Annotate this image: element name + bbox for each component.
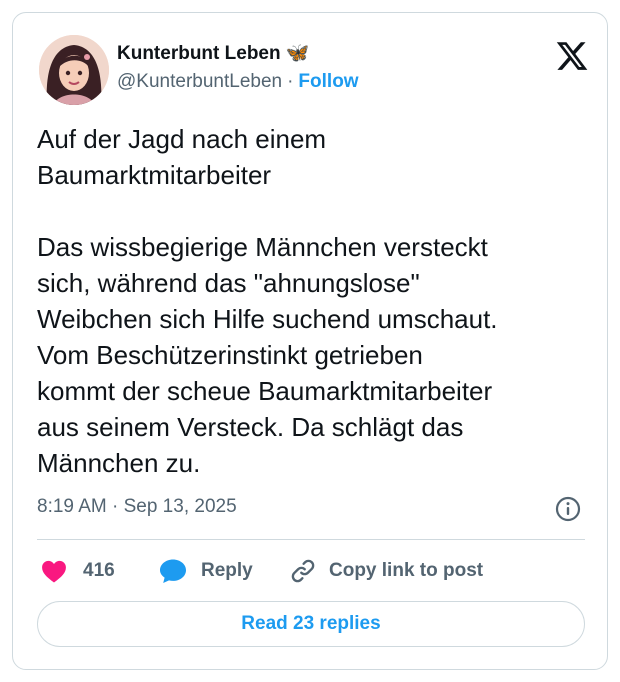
follow-button[interactable]: Follow (298, 71, 358, 92)
author-name[interactable]: Kunterbunt Leben 🦋 (117, 41, 310, 65)
separator-dot: · (287, 71, 294, 92)
reply-label: Reply (201, 560, 253, 581)
avatar-illustration (39, 35, 109, 105)
read-replies-button[interactable]: Read 23 replies (37, 601, 585, 647)
post-text: Auf der Jagd nach einem Baumarktmitarbei… (37, 124, 498, 478)
post-timestamp[interactable]: 8:19 AM · Sep 13, 2025 (37, 496, 237, 518)
link-icon (291, 559, 315, 583)
reply-button[interactable]: Reply (159, 556, 253, 586)
divider (37, 539, 585, 540)
info-icon[interactable] (554, 495, 582, 523)
post-card: Kunterbunt Leben 🦋 @KunterbuntLeben · Foll… (12, 12, 608, 670)
copy-link-button[interactable]: Copy link to post (289, 556, 483, 586)
like-count: 416 (83, 560, 115, 581)
like-button[interactable]: 416 (41, 556, 115, 586)
author-handle[interactable]: @KunterbuntLeben (117, 71, 282, 92)
avatar[interactable] (39, 35, 109, 105)
heart-icon (42, 560, 66, 583)
copy-link-label: Copy link to post (329, 560, 484, 581)
x-logo-icon[interactable] (555, 39, 589, 73)
reply-bubble-icon (160, 559, 186, 583)
author-handle-row: @KunterbuntLeben · Follow (117, 71, 359, 93)
